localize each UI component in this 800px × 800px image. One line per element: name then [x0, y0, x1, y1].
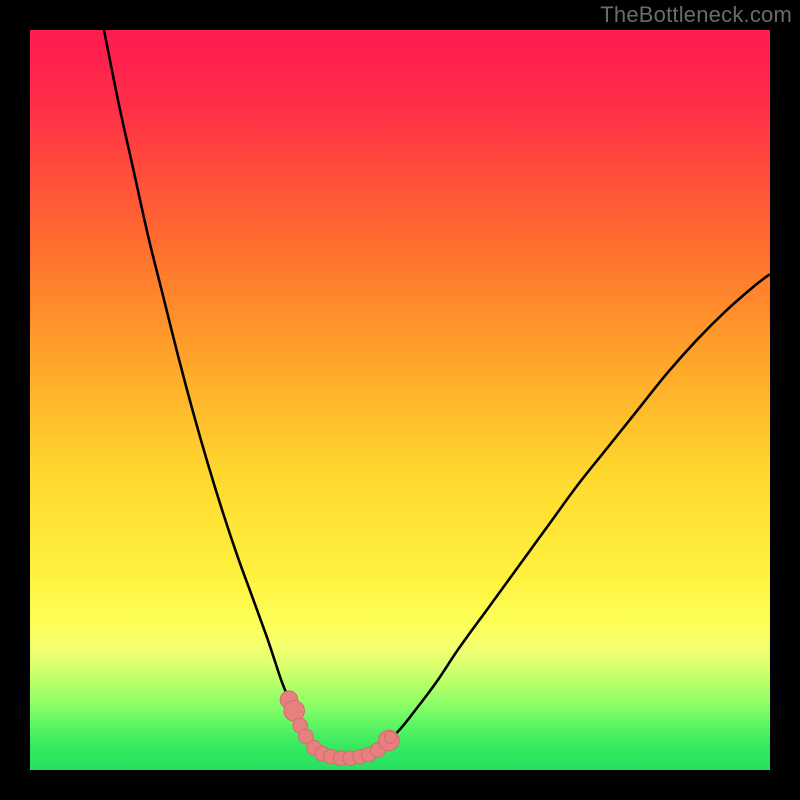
gradient-background — [30, 30, 770, 770]
chart-svg — [30, 30, 770, 770]
watermark-label: TheBottleneck.com — [600, 2, 792, 28]
data-marker — [384, 732, 396, 744]
chart-frame: TheBottleneck.com — [0, 0, 800, 800]
plot-area — [30, 30, 770, 770]
